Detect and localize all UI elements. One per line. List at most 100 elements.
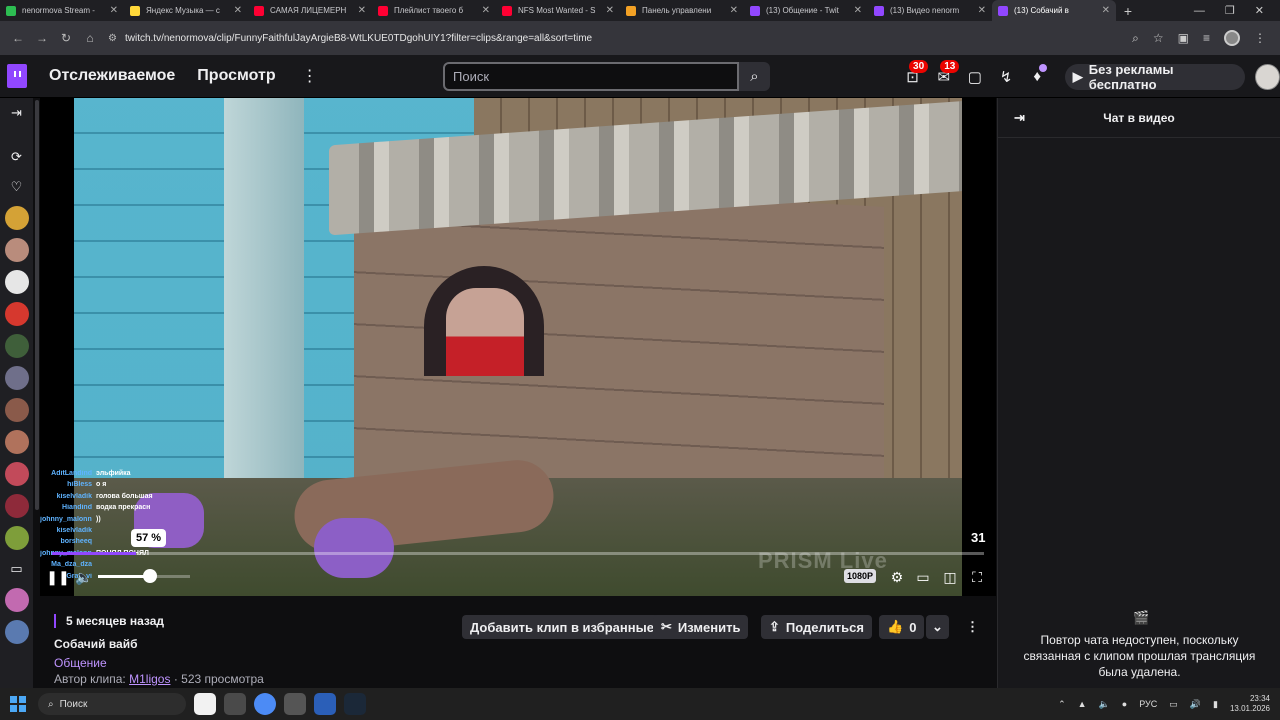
nav-following[interactable]: Отслеживаемое (49, 67, 175, 85)
channel-avatar[interactable] (4, 526, 29, 550)
recommended-icon[interactable]: ⟳ (0, 142, 33, 172)
edit-clip-button[interactable]: ✂ Изменить (653, 615, 749, 639)
category-link[interactable]: Общение (54, 656, 107, 670)
video-player[interactable]: AditLandind эльфийка hiBless о я kiselvladik… (40, 98, 996, 596)
notifications-button[interactable]: ✉ 13 (928, 59, 960, 92)
chevron-up-icon[interactable]: ⌃ (1058, 699, 1066, 710)
channel-avatar[interactable] (4, 494, 29, 518)
browser-tab[interactable]: Яндекс Музыка — с ✕ (124, 0, 248, 21)
maximize-icon[interactable]: ❐ (1225, 4, 1235, 17)
tab-close-icon[interactable]: ✕ (110, 5, 118, 16)
videos-icon[interactable]: ▭ (0, 554, 33, 584)
forward-icon[interactable]: → (30, 26, 54, 50)
yandex-browser-icon[interactable] (194, 693, 216, 715)
user-avatar[interactable] (1255, 63, 1280, 90)
search-input[interactable]: Поиск (443, 62, 739, 91)
tab-close-icon[interactable]: ✕ (234, 5, 242, 16)
url-field[interactable]: ⚙ twitch.tv/nenormova/clip/FunnyFaithful… (108, 26, 1132, 50)
volume-tray-icon[interactable]: 🔊 (1190, 699, 1201, 710)
channel-avatar[interactable] (4, 302, 29, 326)
battery-icon[interactable]: ▮ (1213, 699, 1218, 710)
browser-tab[interactable]: (13) Общение - Twit ✕ (744, 0, 868, 21)
nav-browse[interactable]: Просмотр (197, 67, 275, 85)
browser-tab[interactable]: Панель управлени ✕ (620, 0, 744, 21)
reload-icon[interactable]: ↻ (54, 26, 78, 50)
browser-tab[interactable]: Плейлист твоего б ✕ (372, 0, 496, 21)
back-icon[interactable]: ← (6, 26, 30, 50)
add-to-favorites-button[interactable]: Добавить клип в избранные (462, 615, 662, 639)
taskbar-search[interactable]: ⌕ Поиск (38, 693, 186, 715)
inbox-button[interactable]: ⊡ 30 (897, 59, 929, 92)
more-reactions-button[interactable]: ⌄ (926, 615, 949, 639)
speaker-icon[interactable]: 🔈 (1099, 699, 1110, 710)
app-icon[interactable] (224, 693, 246, 715)
search-button[interactable]: ⌕ (739, 62, 770, 91)
seek-bar[interactable] (52, 552, 984, 555)
language-indicator[interactable]: РУС (1139, 699, 1157, 709)
tab-close-icon[interactable]: ✕ (854, 5, 862, 16)
drops-button[interactable]: ↯ (990, 62, 1021, 92)
theatre-mode-button[interactable]: ▭ (911, 565, 935, 589)
browser-tab[interactable]: nenormova Stream - ✕ (0, 0, 124, 21)
followed-heart-icon[interactable]: ♡ (0, 172, 33, 202)
bookmark-star-icon[interactable]: ☆ (1153, 31, 1164, 45)
home-icon[interactable]: ⌂ (78, 26, 102, 50)
chrome-icon[interactable] (254, 693, 276, 715)
site-info-icon[interactable]: ⚙ (108, 33, 117, 44)
browser-tab[interactable]: NFS Most Wanted - S ✕ (496, 0, 620, 21)
share-button[interactable]: ⇪ Поделиться (761, 615, 872, 639)
twitch-logo-icon[interactable] (7, 64, 27, 88)
tab-close-icon[interactable]: ✕ (482, 5, 490, 16)
chat-toggle-button[interactable]: ◫ (938, 565, 962, 589)
browser-tab[interactable]: САМАЯ ЛИЦЕМЕРН ✕ (248, 0, 372, 21)
zoom-icon[interactable]: ⌕ (1132, 31, 1139, 46)
ad-free-button[interactable]: ▶ Без рекламы бесплатно (1064, 62, 1246, 92)
channel-avatar[interactable] (4, 366, 29, 390)
channel-avatar[interactable] (4, 238, 29, 262)
profile-avatar[interactable] (1224, 30, 1240, 46)
channel-avatar[interactable] (4, 462, 29, 486)
channel-avatar[interactable] (4, 206, 29, 230)
steam-icon[interactable] (344, 693, 366, 715)
clock[interactable]: 23:34 13.01.2026 (1230, 694, 1270, 714)
tab-close-icon[interactable]: ✕ (606, 5, 614, 16)
minimize-icon[interactable]: — (1194, 5, 1205, 17)
collapse-chat-icon[interactable]: ⇥ (1014, 110, 1025, 126)
monitor-icon[interactable]: ▭ (1169, 699, 1178, 710)
start-icon[interactable] (10, 696, 26, 712)
fullscreen-button[interactable]: ⛶ (965, 565, 989, 589)
app-icon[interactable] (314, 693, 336, 715)
menu-dots-icon[interactable]: ⋮ (1254, 31, 1266, 45)
volume-knob[interactable] (143, 569, 158, 583)
tab-close-icon[interactable]: ✕ (978, 5, 986, 16)
sidebar-scrollbar[interactable] (35, 100, 39, 510)
more-options-button[interactable]: ⋮ (958, 615, 987, 639)
tray-app-icon[interactable]: ▲ (1078, 699, 1087, 709)
close-window-icon[interactable]: ✕ (1255, 4, 1264, 17)
prime-button[interactable]: ♦ (1022, 62, 1053, 92)
mute-button[interactable]: 🔈 (72, 565, 96, 589)
browser-tab[interactable]: (13) Собачий в ✕ (992, 0, 1116, 21)
settings-button[interactable]: ⚙ (885, 565, 909, 589)
tab-close-icon[interactable]: ✕ (358, 5, 366, 16)
tab-close-icon[interactable]: ✕ (730, 5, 738, 16)
tray-app-icon[interactable]: ● (1122, 699, 1127, 709)
pause-button[interactable]: ❚❚ (46, 565, 70, 589)
author-link[interactable]: M1ligos (129, 672, 170, 686)
channel-avatar[interactable] (4, 430, 29, 454)
channel-avatar[interactable] (4, 270, 29, 294)
new-tab-button[interactable]: + (1116, 0, 1140, 21)
whispers-button[interactable]: ▢ (959, 62, 990, 92)
more-dots-icon[interactable]: ⋮ (302, 66, 318, 86)
channel-avatar[interactable] (4, 334, 29, 358)
channel-avatar[interactable] (4, 588, 29, 612)
expand-sidebar-icon[interactable]: ⇥ (0, 98, 33, 128)
browser-tab[interactable]: (13) Видео nenorm ✕ (868, 0, 992, 21)
like-button[interactable]: 👍 0 (879, 615, 925, 639)
tab-close-icon[interactable]: ✕ (1102, 5, 1110, 16)
channel-avatar[interactable] (4, 620, 29, 644)
media-icon[interactable]: ≡ (1203, 31, 1210, 45)
app-icon[interactable] (284, 693, 306, 715)
extensions-icon[interactable]: ▣ (1178, 31, 1189, 45)
channel-avatar[interactable] (4, 398, 29, 422)
